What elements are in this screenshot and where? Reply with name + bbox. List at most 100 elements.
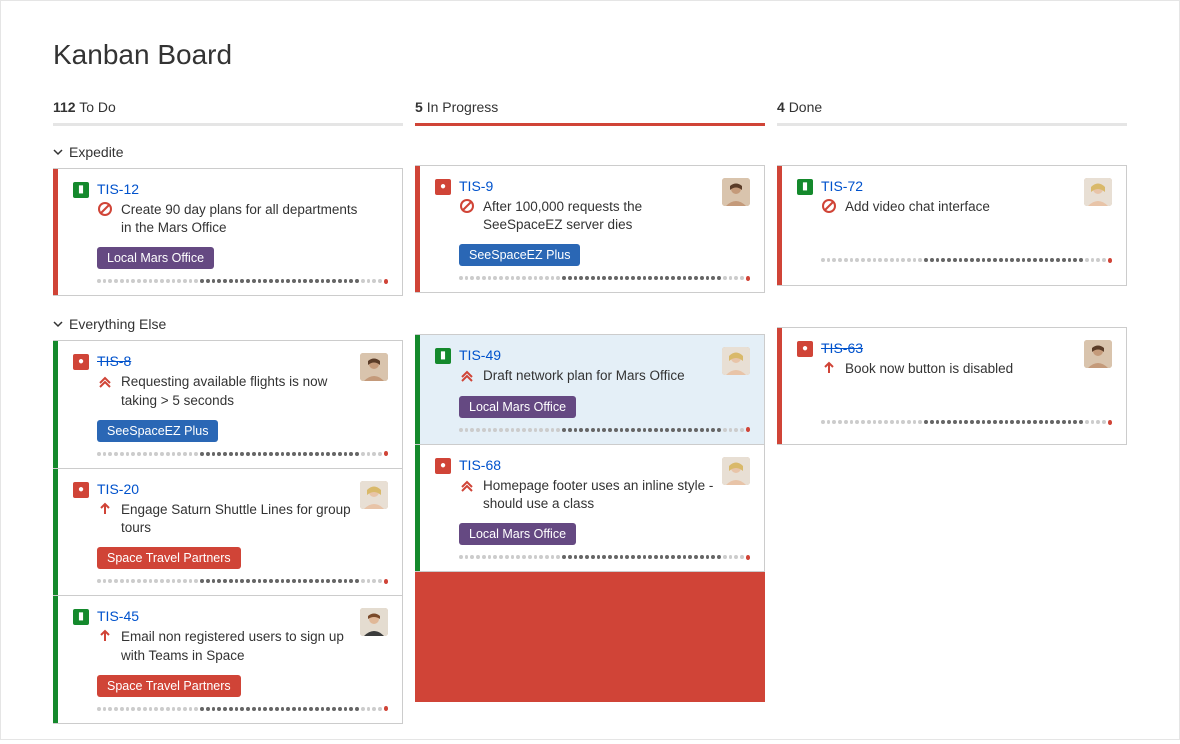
days-in-column-dots [97,577,388,585]
issue-summary: Engage Saturn Shuttle Lines for group to… [121,501,352,537]
story-icon: ▮ [435,348,451,364]
issue-card[interactable]: ▮ TIS-72 Add video chat interface [777,165,1127,286]
issue-summary: Requesting available flights is now taki… [121,373,352,409]
swimlane-spacer [415,138,765,165]
high-priority-icon [97,501,113,517]
kanban-board: Kanban Board 112 To Do Expedite ▮ [1,1,1179,744]
issue-key-link[interactable]: TIS-20 [97,481,139,497]
swimlane-expedite-toggle[interactable]: Expedite [53,138,403,168]
blocker-priority-icon [97,201,113,217]
issue-card[interactable]: ▮ TIS-12 Create 90 day plans for all dep… [53,168,403,296]
column-todo-header[interactable]: 112 To Do [53,99,403,123]
issue-key-link[interactable]: TIS-68 [459,457,501,473]
issue-card[interactable]: ● TIS-8 Requesting available flights is … [53,340,403,468]
column-inprogress: 5 In Progress ● TIS-9 [415,99,765,724]
column-wip-excess-indicator [415,572,765,702]
issue-key-link[interactable]: TIS-8 [97,353,131,369]
assignee-avatar[interactable] [722,178,750,206]
epic-label[interactable]: SeeSpaceEZ Plus [97,420,218,442]
issue-key-link[interactable]: TIS-49 [459,347,501,363]
assignee-avatar[interactable] [360,481,388,509]
issue-summary: After 100,000 requests the SeeSpaceEZ se… [483,198,714,234]
epic-label[interactable]: Space Travel Partners [97,675,241,697]
bug-icon: ● [73,482,89,498]
column-divider [777,123,1127,126]
days-in-column-dots [821,256,1112,264]
column-done-count: 4 [777,99,785,115]
assignee-avatar[interactable] [360,353,388,381]
chevron-down-icon [53,319,63,329]
issue-key-link[interactable]: TIS-63 [821,340,863,356]
epic-label[interactable]: Local Mars Office [459,396,576,418]
column-divider [415,123,765,126]
swimlane-spacer [777,138,1127,165]
column-inprogress-count: 5 [415,99,423,115]
column-todo-count: 112 [53,99,76,115]
cards-done-expedite: ▮ TIS-72 Add video chat interface [777,165,1127,286]
days-in-column-dots [97,277,388,285]
cards-inprogress-expedite: ● TIS-9 After 100,000 requests the SeeSp… [415,165,765,293]
assignee-avatar[interactable] [1084,178,1112,206]
epic-label[interactable]: Space Travel Partners [97,547,241,569]
highest-priority-icon [459,367,475,383]
column-inprogress-label: In Progress [427,99,499,115]
days-in-column-dots [459,553,750,561]
column-todo: 112 To Do Expedite ▮ TIS-12 [53,99,403,724]
days-in-column-dots [821,418,1112,426]
issue-summary: Draft network plan for Mars Office [483,367,685,385]
assignee-avatar[interactable] [360,608,388,636]
blocker-priority-icon [459,198,475,214]
swimlane-spacer [777,286,1127,327]
issue-card[interactable]: ● TIS-20 Engage Saturn Shuttle Lines for… [53,469,403,596]
high-priority-icon [97,628,113,644]
issue-card[interactable]: ● TIS-68 Homepage footer uses an inline … [415,445,765,572]
column-done-header[interactable]: 4 Done [777,99,1127,123]
epic-label[interactable]: Local Mars Office [459,523,576,545]
issue-summary: Homepage footer uses an inline style - s… [483,477,714,513]
bug-icon: ● [73,354,89,370]
swimlane-expedite-label: Expedite [69,144,123,160]
column-todo-label: To Do [79,99,116,115]
cards-done-everything: ● TIS-63 Book now button is disabled [777,327,1127,445]
issue-summary: Add video chat interface [845,198,990,216]
assignee-avatar[interactable] [722,457,750,485]
bug-icon: ● [435,179,451,195]
days-in-column-dots [97,705,388,713]
issue-summary: Email non registered users to sign up wi… [121,628,352,664]
assignee-avatar[interactable] [1084,340,1112,368]
story-icon: ▮ [797,179,813,195]
issue-card[interactable]: ▮ TIS-49 Draft network plan for Mars Off… [415,334,765,444]
swimlane-everything-label: Everything Else [69,316,166,332]
swimlane-spacer [415,293,765,334]
epic-label[interactable]: SeeSpaceEZ Plus [459,244,580,266]
issue-summary: Create 90 day plans for all departments … [121,201,361,237]
issue-card[interactable]: ● TIS-63 Book now button is disabled [777,327,1127,445]
days-in-column-dots [459,426,750,434]
cards-inprogress-everything: ▮ TIS-49 Draft network plan for Mars Off… [415,334,765,702]
column-inprogress-header[interactable]: 5 In Progress [415,99,765,123]
column-divider [53,123,403,126]
cards-todo-expedite: ▮ TIS-12 Create 90 day plans for all dep… [53,168,403,296]
assignee-avatar[interactable] [722,347,750,375]
chevron-down-icon [53,147,63,157]
issue-key-link[interactable]: TIS-9 [459,178,493,194]
bug-icon: ● [797,341,813,357]
highest-priority-icon [459,477,475,493]
issue-key-link[interactable]: TIS-72 [821,178,863,194]
high-priority-icon [821,360,837,376]
issue-card[interactable]: ▮ TIS-45 Email non registered users to s… [53,596,403,723]
swimlane-everything-toggle[interactable]: Everything Else [53,310,403,340]
column-done: 4 Done ▮ TIS-72 [777,99,1127,724]
issue-key-link[interactable]: TIS-45 [97,608,139,624]
days-in-column-dots [459,274,750,282]
bug-icon: ● [435,458,451,474]
issue-key-link[interactable]: TIS-12 [97,181,139,197]
issue-card[interactable]: ● TIS-9 After 100,000 requests the SeeSp… [415,165,765,293]
blocker-priority-icon [821,198,837,214]
issue-summary: Book now button is disabled [845,360,1013,378]
story-icon: ▮ [73,609,89,625]
page-title: Kanban Board [53,39,1127,71]
epic-label[interactable]: Local Mars Office [97,247,214,269]
story-icon: ▮ [73,182,89,198]
columns-row: 112 To Do Expedite ▮ TIS-12 [53,99,1127,724]
